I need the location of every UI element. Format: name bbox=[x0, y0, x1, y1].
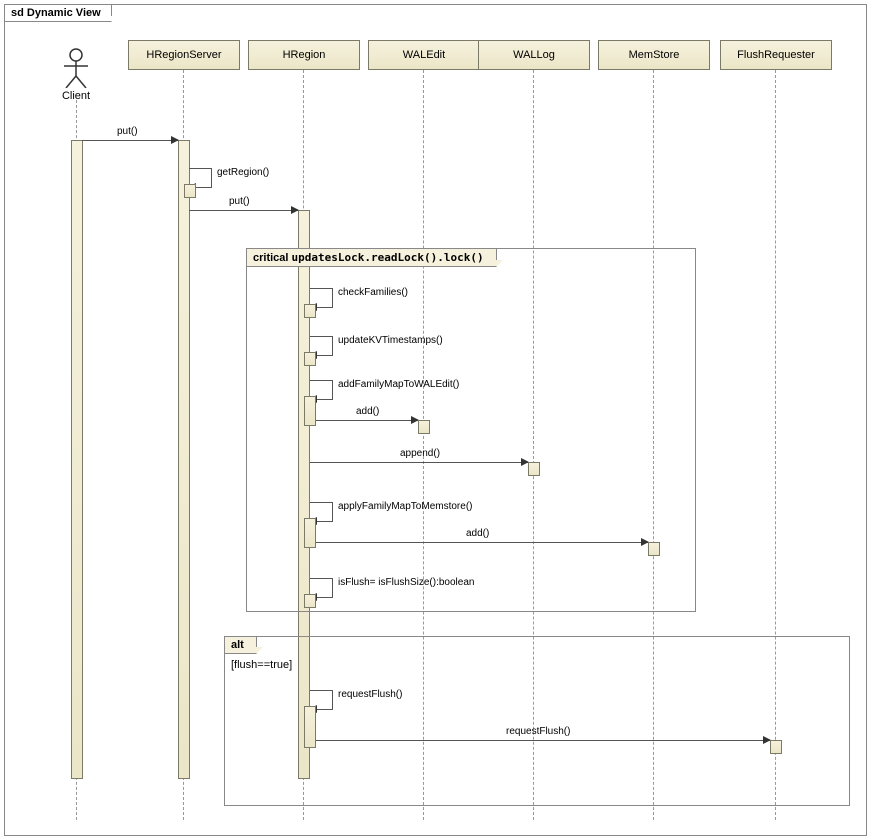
msg-label: checkFamilies() bbox=[338, 287, 408, 298]
msg-label: requestFlush() bbox=[338, 689, 402, 700]
frame-title: sd Dynamic View bbox=[11, 7, 101, 19]
fragment-alt-op: alt bbox=[231, 639, 244, 651]
act-checkfamilies bbox=[304, 304, 316, 318]
msg-label: requestFlush() bbox=[506, 726, 570, 737]
fragment-critical-tab: critical updatesLock.readLock().lock() bbox=[247, 249, 497, 267]
act-waledit bbox=[418, 420, 430, 434]
act-isflush bbox=[304, 594, 316, 608]
msg-label: put() bbox=[229, 196, 250, 207]
fragment-critical-text: updatesLock.readLock().lock() bbox=[292, 251, 484, 264]
fragment-alt-tab: alt bbox=[225, 637, 257, 654]
lifeline-hregion: HRegion bbox=[248, 40, 360, 70]
msg-label: applyFamilyMapToMemstore() bbox=[338, 501, 472, 512]
msg-label: isFlush= isFlushSize():boolean bbox=[338, 577, 474, 588]
msg-label: getRegion() bbox=[217, 167, 269, 178]
act-wallog bbox=[528, 462, 540, 476]
act-flushrequester bbox=[770, 740, 782, 754]
msg-label: updateKVTimestamps() bbox=[338, 335, 443, 346]
msg-add-waledit: add() bbox=[316, 420, 418, 421]
act-addfamwal bbox=[304, 396, 316, 426]
act-applyfammem bbox=[304, 518, 316, 548]
msg-label: put() bbox=[117, 126, 138, 137]
frame-title-tab: sd Dynamic View bbox=[5, 5, 112, 22]
actor-client: Client bbox=[46, 48, 106, 102]
fragment-alt-guard: [flush==true] bbox=[231, 659, 292, 671]
msg-add-memstore: add() bbox=[316, 542, 648, 543]
activation-getregion bbox=[184, 184, 196, 198]
lifeline-flushrequester: FlushRequester bbox=[720, 40, 832, 70]
lifeline-waledit: WALEdit bbox=[368, 40, 480, 70]
lifeline-wallog: WALLog bbox=[478, 40, 590, 70]
msg-requestflush-out: requestFlush() bbox=[316, 740, 770, 741]
msg-label: addFamilyMapToWALEdit() bbox=[338, 379, 459, 390]
msg-put-region: put() bbox=[189, 210, 298, 211]
act-memstore bbox=[648, 542, 660, 556]
diagram-canvas: sd Dynamic View Client HRegionServer HRe… bbox=[0, 0, 871, 839]
msg-label: append() bbox=[400, 448, 440, 459]
fragment-critical-op: critical bbox=[253, 252, 288, 264]
lifeline-hregionserver: HRegionServer bbox=[128, 40, 240, 70]
actor-icon bbox=[61, 48, 91, 88]
fragment-alt: alt [flush==true] bbox=[224, 636, 850, 806]
lifeline-memstore: MemStore bbox=[598, 40, 710, 70]
act-requestflush bbox=[304, 706, 316, 748]
activation-hregionserver bbox=[178, 140, 190, 779]
act-updatekv bbox=[304, 352, 316, 366]
msg-append: append() bbox=[310, 462, 528, 463]
msg-put-client: put() bbox=[82, 140, 178, 141]
activation-client bbox=[71, 140, 83, 779]
msg-label: add() bbox=[356, 406, 379, 417]
msg-label: add() bbox=[466, 528, 489, 539]
